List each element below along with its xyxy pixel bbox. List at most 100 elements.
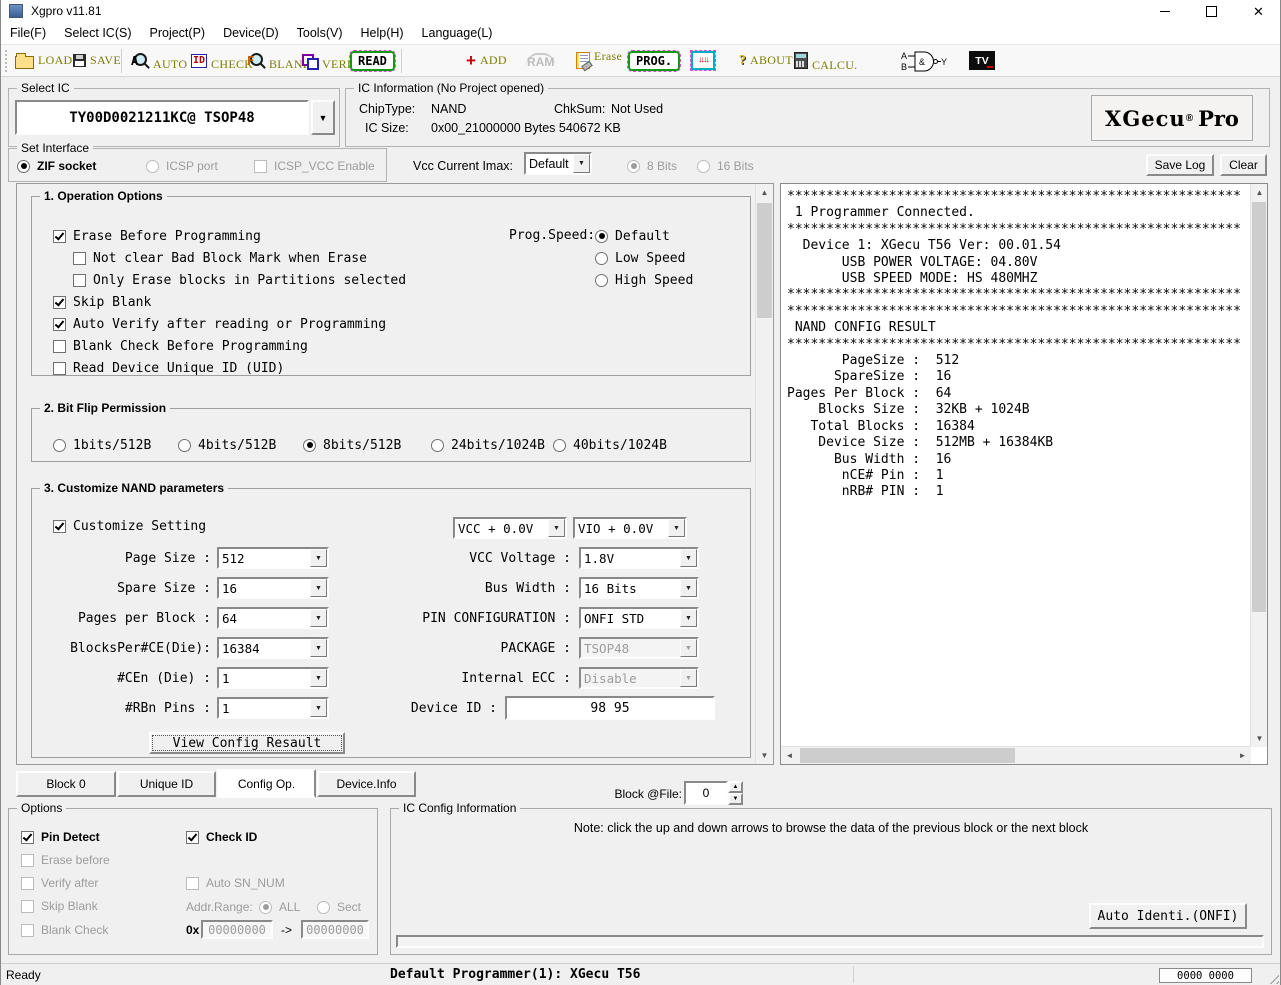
ic-dropdown-button[interactable]: ▼ (311, 100, 335, 135)
blocks-per-ce-combo[interactable]: 16384▼ (217, 637, 329, 659)
speed-low-radio[interactable]: Low Speed (595, 250, 685, 266)
erase-button[interactable]: Erase (576, 48, 622, 73)
tab-unique-id[interactable]: Unique ID (117, 771, 216, 797)
set-interface-group: Set Interface ZIF socket ICSP port ICSP_… (8, 148, 387, 182)
log-hscrollbar[interactable]: ◄ ► (781, 746, 1251, 764)
toolbar-grip (5, 50, 7, 72)
ram-button[interactable]: RAM (525, 48, 556, 73)
resize-grip[interactable] (1266, 971, 1279, 984)
skip-blank-checkbox[interactable]: Skip Blank (53, 294, 151, 310)
bitflip-4bits-radio[interactable]: 4bits/512B (178, 437, 276, 453)
menu-project[interactable]: Project(P) (141, 22, 215, 44)
calcu-button[interactable]: CALCU. (794, 48, 857, 73)
rbn-pins-combo[interactable]: 1▼ (217, 697, 329, 719)
check-id-checkbox[interactable]: Check ID (186, 829, 257, 845)
floppy-disk-icon (73, 54, 86, 67)
scroll-up-icon[interactable]: ▲ (756, 184, 773, 201)
scroll-left-icon[interactable]: ◄ (781, 747, 798, 764)
log-vscrollbar[interactable]: ▲ ▼ (1250, 184, 1267, 747)
spinner-down-button[interactable]: ▼ (728, 793, 743, 805)
maximize-button[interactable] (1189, 0, 1234, 22)
prog-button[interactable]: PROG. (628, 48, 680, 73)
read-uid-checkbox[interactable]: Read Device Unique ID (UID) (53, 360, 284, 376)
menu-select-ic[interactable]: Select IC(S) (55, 22, 140, 44)
chevron-down-icon: ▼ (548, 519, 565, 537)
bitflip-8bits-radio[interactable]: 8bits/512B (303, 437, 401, 453)
pin-detect-checkbox[interactable]: Pin Detect (21, 829, 100, 845)
scroll-up-icon[interactable]: ▲ (1251, 184, 1268, 201)
tab-device-info[interactable]: Device.Info (317, 771, 416, 797)
save-button[interactable]: SAVE (73, 48, 121, 73)
scroll-down-icon[interactable]: ▼ (756, 747, 773, 764)
block-at-file-value: 0 (703, 786, 710, 800)
test-chip-button[interactable]: ↓↓↓↓ (691, 48, 715, 73)
scroll-right-icon[interactable]: ► (1234, 747, 1251, 764)
tab-config-op[interactable]: Config Op. (217, 769, 316, 798)
vcc-voltage-combo[interactable]: 1.8V▼ (579, 547, 699, 569)
tab-block0[interactable]: Block 0 (16, 771, 116, 797)
minimize-button[interactable] (1142, 0, 1187, 22)
cen-die-combo[interactable]: 1▼ (217, 667, 329, 689)
config-panel-scrollbar[interactable]: ▲ ▼ (755, 184, 773, 764)
svg-text:&: & (919, 57, 925, 67)
page-size-combo[interactable]: 512▼ (217, 547, 329, 569)
view-config-result-button[interactable]: View Config Resault (149, 732, 345, 754)
bitflip-40bits-radio[interactable]: 40bits/1024B (553, 437, 667, 453)
scrollbar-thumb[interactable] (757, 203, 772, 318)
spare-size-combo[interactable]: 16▼ (217, 577, 329, 599)
checkbox-icon (186, 831, 199, 844)
only-erase-partitions-checkbox[interactable]: Only Erase blocks in Partitions selected (73, 272, 406, 288)
chiptype-label: ChipType: (359, 102, 415, 116)
block-at-file-label: Block @File: (590, 787, 682, 801)
bitflip-1bits-radio[interactable]: 1bits/512B (53, 437, 151, 453)
bitflip-24bits-radio[interactable]: 24bits/1024B (431, 437, 545, 453)
ic-name-field[interactable]: TY00D0021211KC@ TSOP48 (15, 100, 309, 135)
erase-before-programming-checkbox[interactable]: Erase Before Programming (53, 228, 261, 244)
spinner-up-button[interactable]: ▲ (728, 781, 743, 793)
checkbox-icon (53, 340, 66, 353)
menu-tools[interactable]: Tools(V) (288, 22, 352, 44)
speed-default-radio[interactable]: Default (595, 228, 670, 244)
tv-button[interactable]: TV (969, 48, 995, 73)
ic-config-group: IC Config Information Note: click the up… (390, 808, 1272, 955)
close-button[interactable]: ✕ (1236, 0, 1281, 22)
vcc-current-combo[interactable]: Default ▼ (524, 152, 592, 175)
check-button[interactable]: ID CHECK (191, 48, 253, 73)
not-clear-bad-block-checkbox[interactable]: Not clear Bad Block Mark when Erase (73, 250, 367, 266)
add-button[interactable]: + ADD (466, 48, 507, 73)
scroll-down-icon[interactable]: ▼ (1251, 730, 1268, 747)
pin-configuration-combo[interactable]: ONFI STD▼ (579, 607, 699, 629)
menu-language[interactable]: Language(L) (413, 22, 502, 44)
chevron-down-icon: ▼ (680, 639, 697, 657)
prog-speed-label: Prog.Speed: (509, 228, 595, 243)
zif-socket-radio[interactable]: ZIF socket (17, 158, 96, 174)
about-button[interactable]: ? ABOUT (739, 48, 793, 73)
checkbox-icon (53, 520, 66, 533)
speed-high-radio[interactable]: High Speed (595, 272, 693, 288)
auto-button[interactable]: A AUTO (131, 48, 187, 73)
auto-identi-button[interactable]: Auto Identi.(ONFI) (1089, 903, 1247, 929)
blank-check-before-checkbox[interactable]: Blank Check Before Programming (53, 338, 308, 354)
menu-device[interactable]: Device(D) (214, 22, 288, 44)
customize-setting-checkbox[interactable]: Customize Setting (53, 518, 206, 534)
load-button[interactable]: LOAD (15, 48, 73, 73)
bits8-radio: 8 Bits (627, 158, 677, 174)
scrollbar-thumb[interactable] (800, 748, 1015, 763)
scrollbar-thumb[interactable] (1252, 202, 1266, 612)
vio-offset-combo[interactable]: VIO + 0.0V▼ (573, 517, 687, 539)
clear-button[interactable]: Clear (1220, 154, 1267, 176)
device-id-field[interactable]: 98 95 (505, 696, 715, 720)
logic-gate-button[interactable]: A B & Y (901, 48, 947, 73)
config-panel: 1. Operation Options Erase Before Progra… (16, 183, 774, 765)
bus-width-combo[interactable]: 16 Bits▼ (579, 577, 699, 599)
block-at-file-field[interactable]: 0 (684, 781, 728, 805)
save-log-button[interactable]: Save Log (1146, 154, 1214, 176)
menu-file[interactable]: File(F) (1, 22, 55, 44)
vcc-offset-combo[interactable]: VCC + 0.0V▼ (453, 517, 567, 539)
status-programmer: Default Programmer(1): XGecu T56 (390, 967, 640, 982)
auto-verify-checkbox[interactable]: Auto Verify after reading or Programming (53, 316, 386, 332)
pages-per-block-combo[interactable]: 64▼ (217, 607, 329, 629)
chksum-label: ChkSum: (554, 102, 605, 116)
menu-help[interactable]: Help(H) (351, 22, 412, 44)
read-button[interactable]: READ (350, 48, 395, 73)
